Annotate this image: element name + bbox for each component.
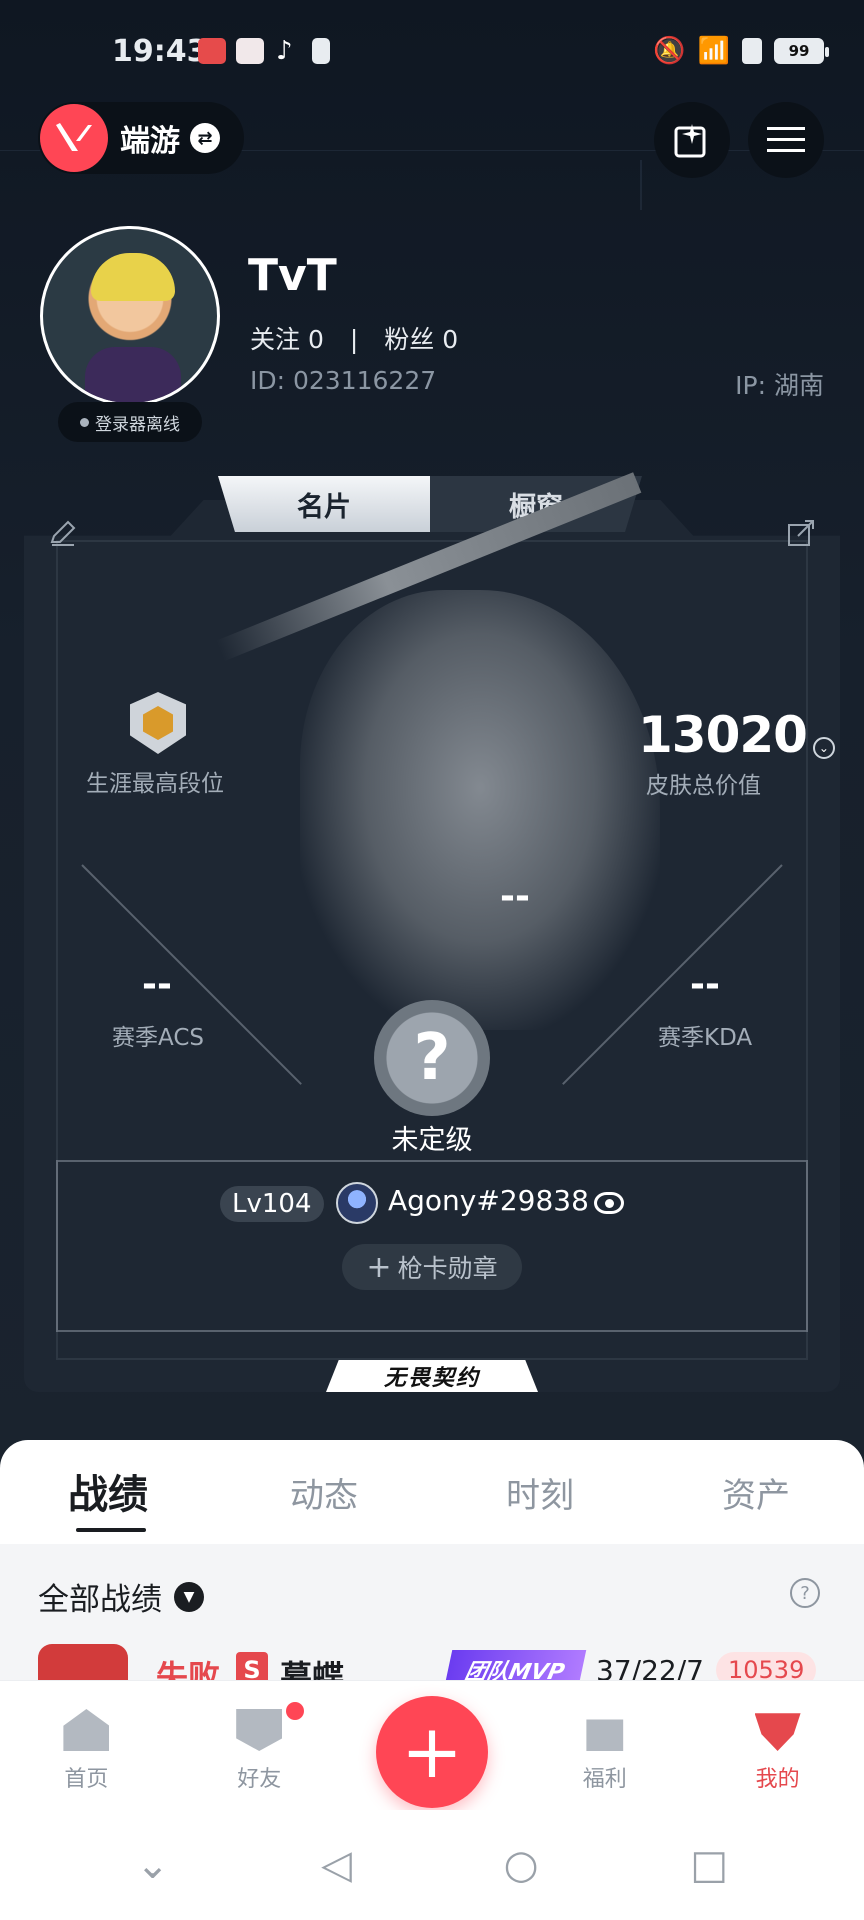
- tab-moments[interactable]: 时刻: [432, 1460, 648, 1530]
- skin-value[interactable]: 13020 ⌄: [638, 706, 835, 764]
- unrated-rank-icon: ?: [374, 1000, 490, 1116]
- chevron-down-icon: ⌄: [812, 736, 835, 759]
- followers-link[interactable]: 粉丝 0: [384, 325, 458, 354]
- share-button[interactable]: [786, 518, 816, 552]
- visibility-eye-icon[interactable]: [594, 1192, 624, 1214]
- nav-me[interactable]: 我的: [691, 1681, 864, 1810]
- game-name: 端游: [120, 124, 180, 159]
- grid-line: [640, 160, 642, 210]
- status-badge: 登录器离线: [58, 402, 202, 442]
- plus-icon: +: [366, 1249, 392, 1285]
- mute-bell-icon: 🔕: [653, 36, 686, 66]
- follow-stats: 关注 0 | 粉丝 0: [250, 320, 458, 356]
- nav-home[interactable]: 首页: [0, 1681, 173, 1810]
- avatar[interactable]: [40, 226, 220, 406]
- swap-icon: ⇄: [190, 123, 220, 153]
- alert-icon: [312, 38, 330, 64]
- menu-button[interactable]: [748, 102, 824, 178]
- collapse-icon[interactable]: ⌄: [136, 1842, 170, 1888]
- friends-icon: [236, 1709, 283, 1751]
- app-notification-icon: [198, 38, 226, 64]
- game-switch-button[interactable]: 端游 ⇄: [38, 102, 244, 174]
- season-kda-value: --: [690, 964, 720, 1005]
- username: TvT: [248, 250, 337, 301]
- help-icon[interactable]: ?: [790, 1578, 820, 1608]
- status-time: 19:43: [112, 34, 208, 69]
- notification-dot: [286, 1702, 304, 1720]
- level-badge: Lv104: [220, 1186, 324, 1222]
- agent-silhouette: [300, 590, 660, 1030]
- career-rank-label: 生涯最高段位: [86, 771, 224, 797]
- user-id: ID: 023116227: [250, 366, 437, 395]
- alert-icon: [742, 38, 762, 64]
- battery-icon: 99: [774, 38, 829, 64]
- valorant-logo-icon: [40, 104, 108, 172]
- season-acs-value: --: [142, 964, 172, 1005]
- tab-assets[interactable]: 资产: [648, 1460, 864, 1530]
- pencil-icon: [50, 520, 76, 546]
- active-tab-indicator: [76, 1528, 146, 1532]
- match-filter-dropdown[interactable]: 全部战绩 ▼: [38, 1574, 204, 1619]
- nav-friends[interactable]: 好友: [173, 1681, 346, 1810]
- plus-icon: +: [400, 1709, 463, 1795]
- tab-card[interactable]: 名片: [218, 476, 430, 532]
- recents-icon[interactable]: □: [690, 1842, 728, 1888]
- edit-card-icon: [674, 124, 706, 158]
- skin-value-label: 皮肤总价值: [646, 773, 761, 799]
- status-icons: 🔕 📶 99: [653, 36, 829, 66]
- system-navigation: ⌄ ◁ ○ □: [0, 1810, 864, 1920]
- nav-benefits[interactable]: 福利: [518, 1681, 691, 1810]
- tab-match-history[interactable]: 战绩: [0, 1460, 216, 1530]
- riot-id: Agony#29838: [388, 1184, 589, 1217]
- tiktok-icon: ♪: [276, 36, 293, 66]
- wifi-icon: 📶: [697, 36, 730, 66]
- share-icon: [788, 520, 814, 546]
- offline-dot-icon: [80, 417, 89, 427]
- hamburger-icon: [767, 127, 805, 152]
- valorant-brand-logo: 无畏契约: [326, 1360, 538, 1392]
- edit-pencil-button[interactable]: [48, 518, 78, 552]
- create-post-button[interactable]: +: [376, 1696, 488, 1808]
- season-acs-label: 赛季ACS: [112, 1025, 204, 1051]
- content-tabs: 战绩 动态 时刻 资产: [0, 1460, 864, 1530]
- back-icon[interactable]: ◁: [321, 1842, 352, 1888]
- app-notification-icon: [236, 38, 264, 64]
- edit-card-button[interactable]: [654, 102, 730, 178]
- home-icon: [63, 1709, 110, 1751]
- ip-location: IP: 湖南: [735, 371, 824, 400]
- profile-icon: [754, 1713, 801, 1751]
- agent-name-placeholder: --: [500, 876, 530, 917]
- avatar-body: [85, 347, 181, 403]
- add-badge-button[interactable]: + 枪卡勋章: [342, 1244, 522, 1290]
- player-card-avatar: [336, 1182, 378, 1224]
- gift-icon: [586, 1719, 624, 1751]
- separator: |: [349, 325, 359, 354]
- season-kda-label: 赛季KDA: [658, 1025, 753, 1051]
- current-rank-label: 未定级: [391, 1125, 473, 1156]
- home-circle-icon[interactable]: ○: [504, 1842, 539, 1888]
- tab-activity[interactable]: 动态: [216, 1460, 432, 1530]
- avatar-hair: [91, 253, 175, 301]
- chevron-down-icon: ▼: [174, 1581, 204, 1612]
- following-link[interactable]: 关注 0: [250, 325, 324, 354]
